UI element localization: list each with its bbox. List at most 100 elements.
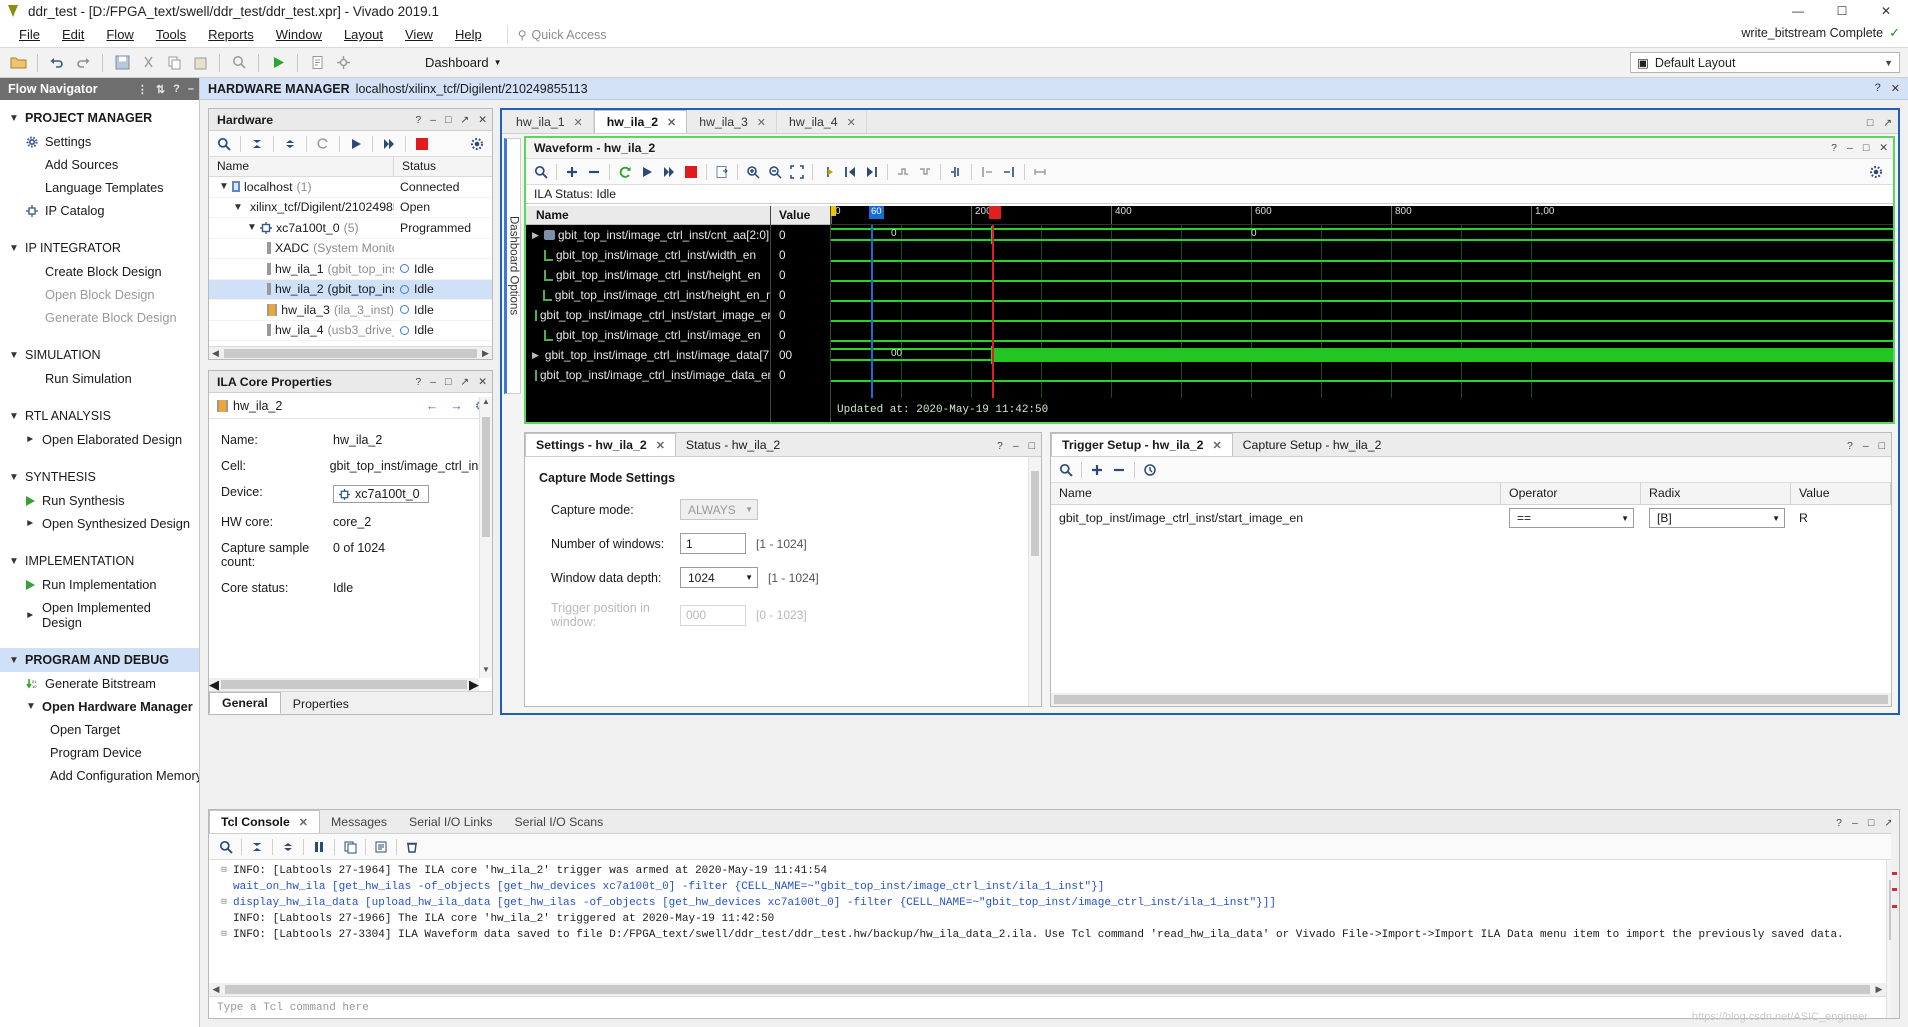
tab-hw-ila-2[interactable]: hw_ila_2 ✕ xyxy=(593,110,688,133)
fn-item-language-templates[interactable]: Language Templates xyxy=(0,176,199,199)
remove-probe-icon[interactable] xyxy=(583,162,605,182)
help-icon[interactable]: ? xyxy=(415,114,421,126)
number-of-windows-input[interactable]: 1 xyxy=(680,533,746,554)
fn-item-settings[interactable]: Settings xyxy=(0,130,199,153)
redo-icon[interactable] xyxy=(71,51,95,75)
collapse-all-icon[interactable] xyxy=(246,837,268,857)
fold-icon[interactable]: ⊟ xyxy=(215,897,233,907)
device-link[interactable]: xc7a100t_0 xyxy=(333,485,429,503)
maximize-icon[interactable]: □ xyxy=(1029,440,1035,452)
measure-icon[interactable] xyxy=(1029,162,1051,182)
scroll-down-icon[interactable]: ▼ xyxy=(480,665,492,678)
collapse-all-icon[interactable] xyxy=(246,134,268,154)
close-icon[interactable]: ✕ xyxy=(478,376,487,388)
add-probe-icon[interactable] xyxy=(1086,460,1108,480)
tab-hw-ila-3[interactable]: hw_ila_3 ✕ xyxy=(687,111,778,133)
close-icon[interactable]: ✕ xyxy=(574,116,583,129)
close-icon[interactable]: ✕ xyxy=(299,816,308,829)
tab-serial-io-scans[interactable]: Serial I/O Scans xyxy=(503,811,614,833)
table-row[interactable]: ▼ localhost (1) Connected xyxy=(209,177,492,198)
fn-item-create-block-design[interactable]: Create Block Design xyxy=(0,260,199,283)
fn-item-open-hardware-manager[interactable]: ▼ Open Hardware Manager xyxy=(0,695,199,718)
fn-section-simulation[interactable]: ▼ SIMULATION xyxy=(0,343,199,367)
signal-row[interactable]: ▶ gbit_top_inst/image_ctrl_inst/image_da… xyxy=(526,345,770,365)
goto-trigger-icon[interactable] xyxy=(817,162,839,182)
refresh-device-icon[interactable] xyxy=(312,134,334,154)
tab-properties[interactable]: Properties xyxy=(281,694,361,714)
tab-hw-ila-4[interactable]: hw_ila_4 ✕ xyxy=(777,111,867,133)
close-button[interactable]: ✕ xyxy=(1864,0,1908,22)
float-icon[interactable]: ↗ xyxy=(460,376,469,388)
close-icon[interactable]: ✕ xyxy=(757,116,766,129)
tab-settings-hw-ila-2[interactable]: Settings - hw_ila_2 ✕ xyxy=(525,433,676,456)
scroll-right-icon[interactable]: ▶ xyxy=(479,348,492,359)
fn-section-synthesis[interactable]: ▼ SYNTHESIS xyxy=(0,465,199,489)
fn-item-open-synthesized-design[interactable]: ▼ Open Synthesized Design xyxy=(0,512,199,535)
sort-icon[interactable]: ⇅ xyxy=(156,83,165,96)
marker-left-icon[interactable] xyxy=(976,162,998,182)
waveform-time-ruler[interactable]: 0 200 400 600 800 1,00 60 xyxy=(831,206,1893,225)
next-marker-icon[interactable] xyxy=(861,162,883,182)
report-icon[interactable] xyxy=(305,51,329,75)
zoom-out-icon[interactable] xyxy=(764,162,786,182)
dashboard-button[interactable]: Dashboard ▼ xyxy=(417,52,510,73)
minimize-button[interactable]: — xyxy=(1776,0,1820,22)
signal-row[interactable]: gbit_top_inst/image_ctrl_inst/start_imag… xyxy=(526,305,770,325)
minimize-icon[interactable]: – xyxy=(430,376,436,388)
fn-item-open-target[interactable]: Open Target xyxy=(0,718,199,741)
tab-trigger-setup[interactable]: Trigger Setup - hw_ila_2 ✕ xyxy=(1051,433,1233,456)
copy-icon[interactable] xyxy=(339,837,361,857)
paste-icon[interactable] xyxy=(188,51,212,75)
tab-tcl-console[interactable]: Tcl Console ✕ xyxy=(209,810,320,833)
zoom-fit-icon[interactable] xyxy=(786,162,808,182)
signal-row[interactable]: ▶ gbit_top_inst/image_ctrl_inst/cnt_aa[2… xyxy=(526,225,770,245)
help-icon[interactable]: ? xyxy=(415,376,421,388)
close-icon[interactable]: ✕ xyxy=(1891,82,1900,95)
window-data-depth-select[interactable]: 1024 ▼ xyxy=(680,567,758,588)
fn-item-program-device[interactable]: Program Device xyxy=(0,741,199,764)
menu-file[interactable]: File xyxy=(8,24,51,45)
stop-trigger-icon[interactable] xyxy=(411,134,433,154)
tab-serial-io-links[interactable]: Serial I/O Links xyxy=(398,811,503,833)
export-waveform-icon[interactable] xyxy=(711,162,733,182)
trigger-position-input[interactable]: 000 xyxy=(680,604,746,626)
fn-item-add-sources[interactable]: Add Sources xyxy=(0,153,199,176)
help-icon[interactable]: ? xyxy=(1847,440,1853,452)
trigger-radix-select[interactable]: [B] ▼ xyxy=(1649,508,1785,528)
prev-transition-icon[interactable] xyxy=(892,162,914,182)
search-toolbar-icon[interactable] xyxy=(227,51,251,75)
run-icon[interactable] xyxy=(266,51,290,75)
minimize-icon[interactable]: – xyxy=(430,114,436,126)
help-icon[interactable]: ? xyxy=(997,440,1003,452)
minimize-icon[interactable]: – xyxy=(1013,440,1019,452)
minimize-icon[interactable]: – xyxy=(188,83,194,96)
fn-section-implementation[interactable]: ▼ IMPLEMENTATION xyxy=(0,549,199,573)
table-row[interactable]: hw_ila_4 (usb3_drive_inst/ila Idle xyxy=(209,321,492,341)
tab-hw-ila-1[interactable]: hw_ila_1 ✕ xyxy=(504,111,594,133)
forward-arrow-icon[interactable]: → xyxy=(450,399,463,413)
menu-layout[interactable]: Layout xyxy=(333,24,394,45)
table-row[interactable]: hw_ila_2 (gbit_top_inst/imag Idle xyxy=(209,279,492,300)
chevron-down-icon[interactable]: ▼ xyxy=(233,202,243,213)
fn-section-ip-integrator[interactable]: ▼ IP INTEGRATOR xyxy=(0,236,199,260)
table-row[interactable]: ▼ xilinx_tcf/Digilent/210249855113 Open xyxy=(209,198,492,218)
menu-window[interactable]: Window xyxy=(265,24,333,45)
scroll-left-icon[interactable]: ◀ xyxy=(209,984,223,995)
prev-marker-icon[interactable] xyxy=(839,162,861,182)
hardware-hscrollbar[interactable]: ◀ ▶ xyxy=(209,346,492,359)
fn-item-generate-block-design[interactable]: Generate Block Design xyxy=(0,306,199,329)
menu-tools[interactable]: Tools xyxy=(145,24,197,45)
tab-capture-setup[interactable]: Capture Setup - hw_ila_2 xyxy=(1233,434,1392,456)
fn-section-program-and-debug[interactable]: ▼ PROGRAM AND DEBUG xyxy=(0,648,199,672)
signal-row[interactable]: gbit_top_inst/image_ctrl_inst/image_data… xyxy=(526,365,770,385)
run-trigger-icon[interactable] xyxy=(636,162,658,182)
menu-view[interactable]: View xyxy=(394,24,444,45)
menu-help[interactable]: Help xyxy=(444,24,493,45)
fn-item-run-simulation[interactable]: Run Simulation xyxy=(0,367,199,390)
remove-probe-icon[interactable] xyxy=(1108,460,1130,480)
maximize-icon[interactable]: □ xyxy=(1868,817,1874,829)
stop-trigger-icon[interactable] xyxy=(680,162,702,182)
minimize-icon[interactable]: – xyxy=(1852,817,1858,829)
ila-properties-hscrollbar[interactable]: ◀ ▶ xyxy=(209,677,479,692)
waveform-settings-icon[interactable] xyxy=(1865,162,1887,182)
